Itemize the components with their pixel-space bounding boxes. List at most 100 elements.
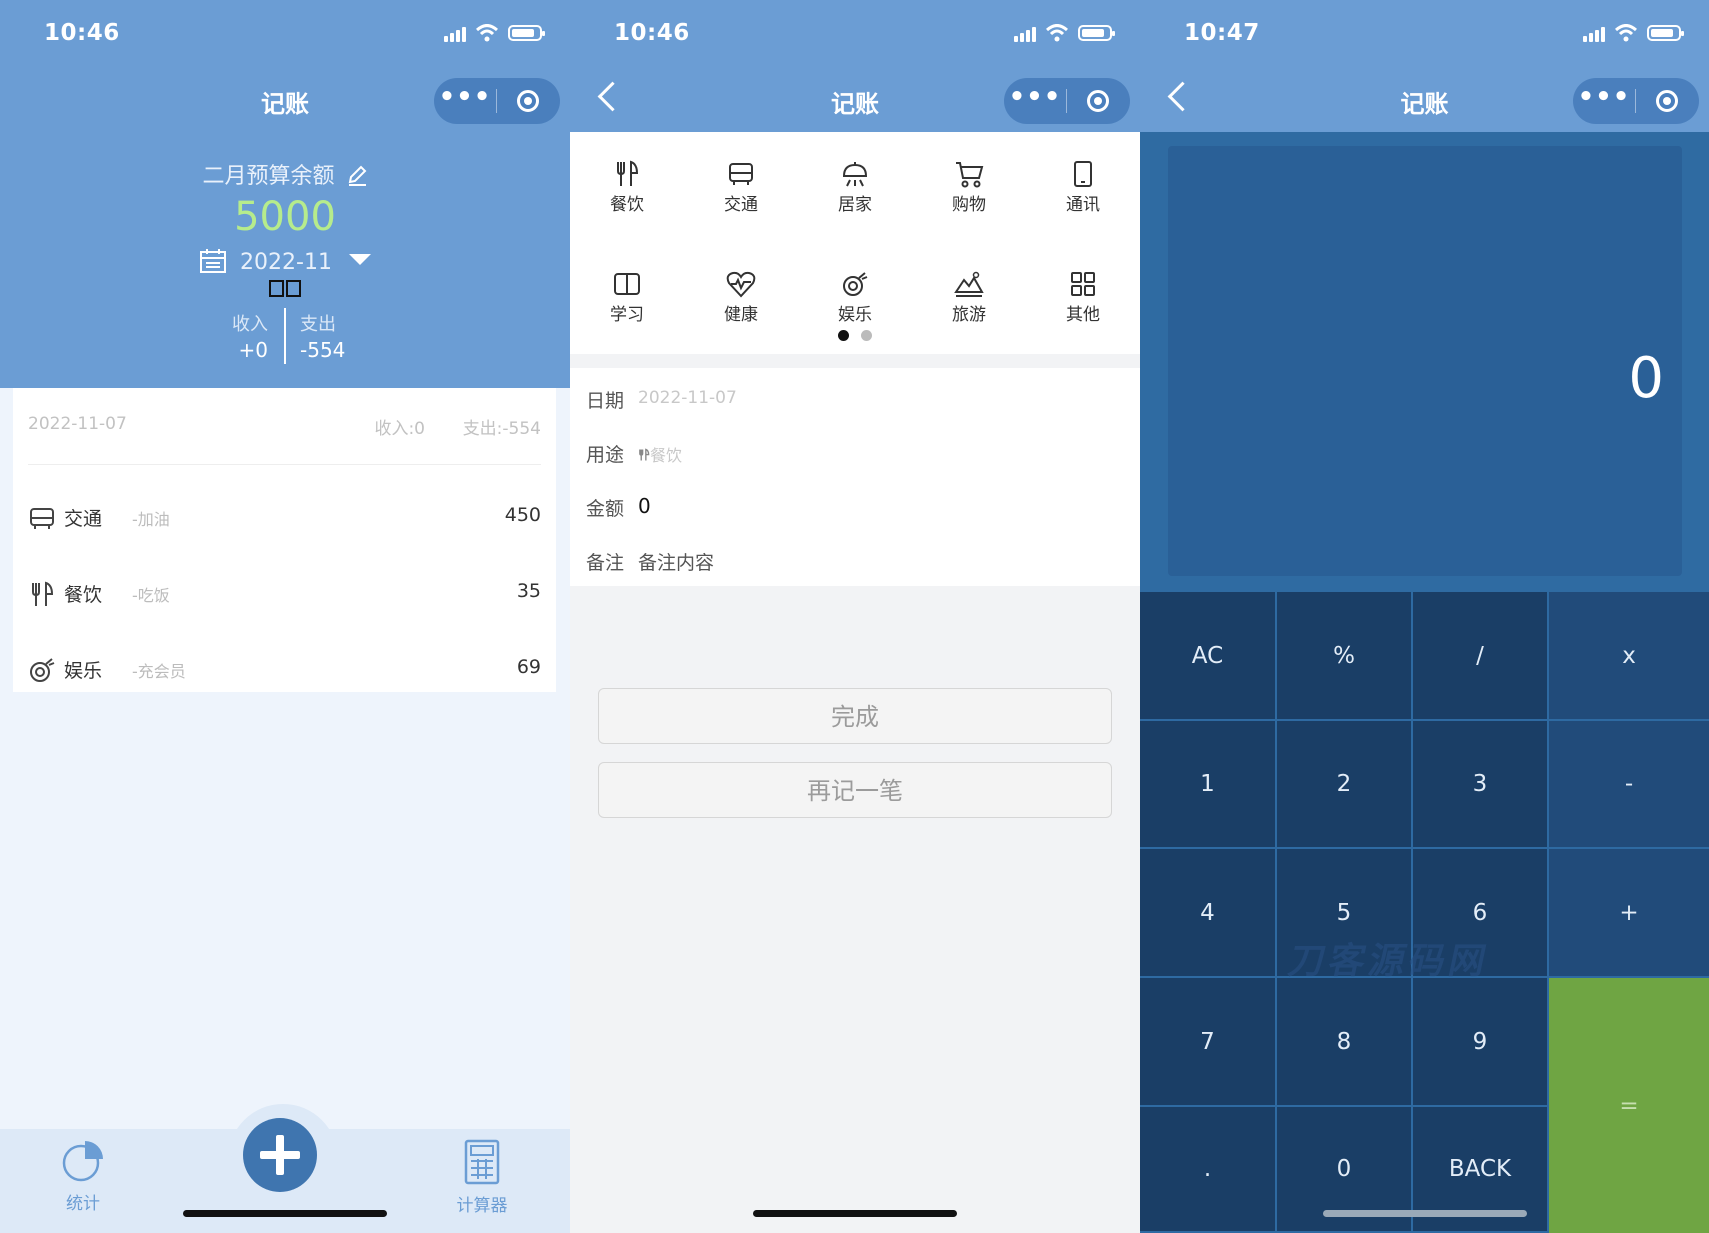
close-miniprogram-button[interactable] xyxy=(1636,90,1698,112)
status-bar: 10:46 xyxy=(570,0,1140,62)
utensils-icon xyxy=(639,448,650,461)
category-item[interactable]: 交通 xyxy=(684,160,798,215)
calculator-screen: 10:47 记账 ••• 0 AC % / x 1 2 3 - 4 5 6 + … xyxy=(1140,0,1709,1233)
battery-icon xyxy=(1078,25,1115,41)
key-1[interactable]: 1 xyxy=(1140,721,1277,849)
record-form: 日期 2022-11-07 用途 餐饮 金额 0 备注 备注内容 xyxy=(570,368,1140,586)
purpose-value: 餐饮 xyxy=(650,446,683,465)
tab-stats[interactable]: 统计 xyxy=(33,1139,133,1214)
category-item[interactable]: 居家 xyxy=(798,160,912,215)
day-income: 收入:0 xyxy=(374,419,425,439)
category-item[interactable]: 购物 xyxy=(912,160,1026,215)
status-time: 10:47 xyxy=(1184,20,1260,46)
pager-dot[interactable] xyxy=(861,330,872,341)
amount-row[interactable]: 金额 0 xyxy=(586,490,1124,530)
key-percent[interactable]: % xyxy=(1277,592,1413,721)
record-amount: 450 xyxy=(504,504,541,526)
more-menu-button[interactable]: ••• xyxy=(1573,84,1635,110)
remark-row[interactable]: 备注 备注内容 xyxy=(586,544,1124,584)
key-3[interactable]: 3 xyxy=(1413,721,1549,849)
more-menu-button[interactable]: ••• xyxy=(1004,84,1066,110)
record-category: 娱乐 xyxy=(64,660,103,682)
key-plus[interactable]: + xyxy=(1549,849,1709,978)
pie-chart-icon xyxy=(62,1141,103,1182)
budget-label-row: 二月预算余额 xyxy=(0,158,570,190)
category-item[interactable]: 学习 xyxy=(570,270,684,325)
amount-label: 金额 xyxy=(586,498,625,520)
edit-pencil-icon[interactable] xyxy=(346,164,368,186)
key-8[interactable]: 8 xyxy=(1277,978,1413,1107)
remark-input[interactable]: 备注内容 xyxy=(638,548,714,575)
add-another-button[interactable]: 再记一笔 xyxy=(598,762,1112,818)
key-dot[interactable]: . xyxy=(1140,1107,1277,1233)
record-row[interactable]: 餐饮 -吃饭 35 xyxy=(28,576,541,616)
watermark-text: 刀客源码网 xyxy=(1284,941,1494,982)
record-category: 交通 xyxy=(64,508,103,530)
category-label: 餐饮 xyxy=(610,195,644,215)
category-item[interactable]: 餐饮 xyxy=(570,160,684,215)
signal-icon xyxy=(1583,24,1605,42)
key-4[interactable]: 4 xyxy=(1140,849,1277,978)
mini-program-capsule: ••• xyxy=(1004,78,1130,124)
more-menu-button[interactable]: ••• xyxy=(434,84,496,110)
record-row[interactable]: 交通 -加油 450 xyxy=(28,500,541,540)
record-note: -吃饭 xyxy=(132,586,170,605)
status-bar: 10:47 xyxy=(1140,0,1709,62)
missing-glyph-boxes xyxy=(0,280,570,301)
category-item[interactable]: 旅游 xyxy=(912,270,1026,325)
tab-calculator[interactable]: 计算器 xyxy=(432,1139,532,1216)
purpose-row[interactable]: 用途 餐饮 xyxy=(586,436,1124,476)
entertainment-icon xyxy=(843,272,868,296)
pager-dot-active[interactable] xyxy=(838,330,849,341)
target-icon xyxy=(1087,90,1109,112)
month-picker[interactable]: 2022-11 xyxy=(0,248,570,275)
day-expense: 支出:-554 xyxy=(462,419,541,439)
close-miniprogram-button[interactable] xyxy=(497,90,559,112)
record-category: 餐饮 xyxy=(64,584,103,606)
phone-icon xyxy=(1074,161,1092,187)
category-pager xyxy=(570,326,1140,345)
tab-stats-label: 统计 xyxy=(66,1194,100,1214)
target-icon xyxy=(1656,90,1678,112)
amount-input[interactable]: 0 xyxy=(638,494,651,518)
status-bar: 10:46 xyxy=(0,0,570,62)
category-item[interactable]: 健康 xyxy=(684,270,798,325)
category-item[interactable]: 其他 xyxy=(1026,270,1140,325)
battery-icon xyxy=(508,25,545,41)
key-7[interactable]: 7 xyxy=(1140,978,1277,1107)
record-amount: 69 xyxy=(516,656,541,678)
income-expense-summary: 收入 +0 支出 -554 xyxy=(0,306,570,364)
record-row[interactable]: 娱乐 -充会员 69 xyxy=(28,652,541,692)
key-multiply[interactable]: x xyxy=(1549,592,1709,721)
expense-value: -554 xyxy=(300,338,346,362)
category-label: 健康 xyxy=(724,305,758,325)
key-equals[interactable]: = xyxy=(1549,978,1709,1233)
display-value: 0 xyxy=(1628,346,1664,411)
grid-icon xyxy=(1071,272,1095,296)
close-miniprogram-button[interactable] xyxy=(1067,90,1129,112)
income-value: +0 xyxy=(238,338,268,362)
key-divide[interactable]: / xyxy=(1413,592,1549,721)
done-button[interactable]: 完成 xyxy=(598,688,1112,744)
signal-icon xyxy=(444,24,466,42)
battery-icon xyxy=(1647,25,1684,41)
key-2[interactable]: 2 xyxy=(1277,721,1413,849)
date-value[interactable]: 2022-11-07 xyxy=(638,388,737,408)
bus-icon xyxy=(729,163,753,185)
purpose-value-wrap[interactable]: 餐饮 xyxy=(638,442,682,466)
home-lamp-icon xyxy=(842,162,868,187)
key-9[interactable]: 9 xyxy=(1413,978,1549,1107)
record-amount: 35 xyxy=(516,580,541,602)
target-icon xyxy=(517,90,539,112)
home-indicator xyxy=(753,1210,957,1217)
category-item[interactable]: 娱乐 xyxy=(798,270,912,325)
status-time: 10:46 xyxy=(44,20,120,46)
expense-label: 支出 xyxy=(300,314,336,335)
category-item[interactable]: 通讯 xyxy=(1026,160,1140,215)
add-record-button[interactable] xyxy=(243,1118,317,1192)
key-minus[interactable]: - xyxy=(1549,721,1709,849)
key-ac[interactable]: AC xyxy=(1140,592,1277,721)
category-label: 通讯 xyxy=(1066,195,1100,215)
income-label: 收入 xyxy=(232,314,268,335)
date-row[interactable]: 日期 2022-11-07 xyxy=(586,382,1124,422)
